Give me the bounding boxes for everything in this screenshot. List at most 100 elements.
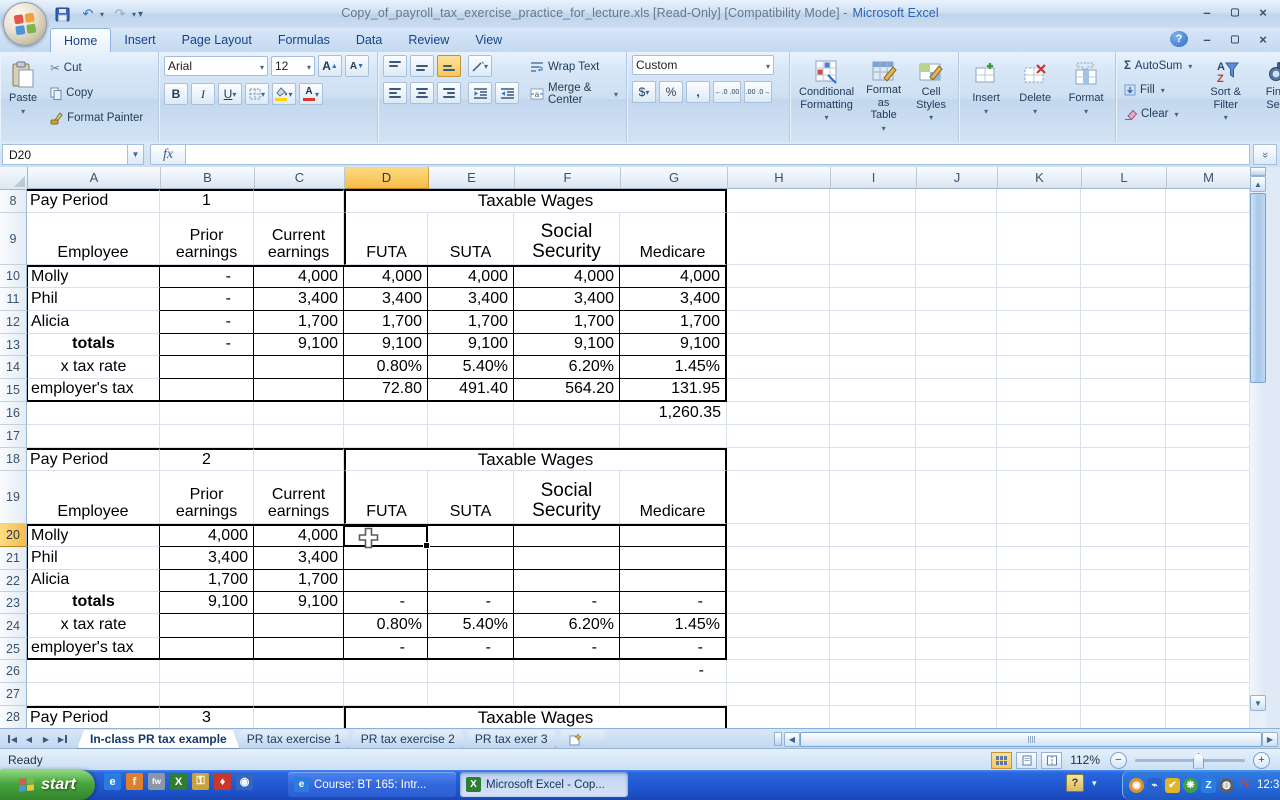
quicklaunch-excel-icon[interactable]: X: [170, 773, 187, 790]
page-layout-view-button[interactable]: [1016, 751, 1038, 769]
cell-L20[interactable]: [1081, 524, 1166, 547]
cell-B21[interactable]: 3,400: [160, 547, 254, 570]
cell-C8[interactable]: [254, 189, 344, 213]
cell-H27[interactable]: [727, 683, 830, 706]
vertical-split-handle[interactable]: [1250, 167, 1266, 176]
next-sheet-button[interactable]: ▶: [38, 732, 54, 747]
cell-I27[interactable]: [830, 683, 916, 706]
cell-A19[interactable]: Employee: [27, 471, 160, 524]
cell-C21[interactable]: 3,400: [254, 547, 344, 570]
cell-A11[interactable]: Phil: [27, 288, 160, 311]
clear-button[interactable]: Clear: [1121, 103, 1195, 125]
cell-A9[interactable]: Employee: [27, 213, 160, 265]
cell-J8[interactable]: [916, 189, 997, 213]
cell-C18[interactable]: [254, 448, 344, 471]
cell-D21[interactable]: [344, 547, 428, 570]
cell-styles-button[interactable]: Cell Styles: [909, 55, 953, 127]
column-header-I[interactable]: I: [831, 167, 917, 189]
row-header-22[interactable]: 22: [0, 570, 27, 592]
cell-B8[interactable]: 1: [160, 189, 254, 213]
conditional-formatting-button[interactable]: Conditional Formatting: [795, 55, 858, 127]
cell-E23[interactable]: -: [428, 592, 514, 614]
insert-cells-button[interactable]: Insert: [964, 55, 1008, 127]
cell-M10[interactable]: [1166, 265, 1250, 288]
cell-L18[interactable]: [1081, 448, 1166, 471]
delete-cells-button[interactable]: Delete: [1012, 55, 1058, 127]
cell-G26[interactable]: -: [620, 660, 727, 683]
cell-M23[interactable]: [1166, 592, 1250, 614]
cell-H15[interactable]: [727, 379, 830, 402]
bold-button[interactable]: B: [164, 83, 188, 105]
insert-worksheet-tab[interactable]: [555, 730, 611, 749]
cell-I15[interactable]: [830, 379, 916, 402]
cell-C16[interactable]: [254, 402, 344, 425]
align-left-button[interactable]: [383, 82, 407, 104]
cell-E9[interactable]: SUTA: [428, 213, 514, 265]
cell-H16[interactable]: [727, 402, 830, 425]
column-header-D[interactable]: D: [345, 167, 429, 189]
row-header-11[interactable]: 11: [0, 288, 27, 311]
horizontal-scrollbar[interactable]: ◀ ▶: [774, 729, 1280, 749]
cell-K8[interactable]: [997, 189, 1081, 213]
row-header-25[interactable]: 25: [0, 638, 27, 660]
cell-D26[interactable]: [344, 660, 428, 683]
cell-K21[interactable]: [997, 547, 1081, 570]
page-break-view-button[interactable]: [1041, 751, 1063, 769]
cell-L8[interactable]: [1081, 189, 1166, 213]
cell-E26[interactable]: [428, 660, 514, 683]
align-bottom-button[interactable]: [437, 55, 461, 77]
cell-D15[interactable]: 72.80: [344, 379, 428, 402]
cell-K22[interactable]: [997, 570, 1081, 592]
cell-L14[interactable]: [1081, 356, 1166, 379]
cell-B22[interactable]: 1,700: [160, 570, 254, 592]
workbook-close-button[interactable]: ×: [1254, 31, 1272, 47]
row-header-19[interactable]: 19: [0, 471, 27, 524]
cell-L13[interactable]: [1081, 334, 1166, 356]
cell-M25[interactable]: [1166, 638, 1250, 660]
cell-F15[interactable]: 564.20: [514, 379, 620, 402]
vertical-scrollbar[interactable]: ▲ ▼: [1250, 167, 1266, 728]
sheet-tab-1[interactable]: In-class PR tax example: [77, 730, 240, 749]
cell-E15[interactable]: 491.40: [428, 379, 514, 402]
scroll-right-button[interactable]: ▶: [1262, 731, 1278, 747]
cell-F11[interactable]: 3,400: [514, 288, 620, 311]
cell-I25[interactable]: [830, 638, 916, 660]
shrink-font-button[interactable]: A ▼: [345, 55, 369, 77]
row-header-12[interactable]: 12: [0, 311, 27, 334]
cell-C20[interactable]: 4,000: [254, 524, 344, 547]
quicklaunch-firefox-icon[interactable]: f: [126, 773, 143, 790]
tab-page-layout[interactable]: Page Layout: [169, 28, 265, 51]
formula-input[interactable]: [186, 144, 1250, 165]
tray-orange-badge-icon[interactable]: ◉: [1129, 777, 1144, 793]
cell-B13[interactable]: -: [160, 334, 254, 356]
cell-H28[interactable]: [727, 706, 830, 728]
column-header-L[interactable]: L: [1082, 167, 1167, 189]
help-book-icon[interactable]: ?: [1066, 774, 1084, 792]
cell-A24[interactable]: x tax rate: [27, 614, 160, 638]
align-top-button[interactable]: [383, 55, 407, 77]
cell-J25[interactable]: [916, 638, 997, 660]
cell-L23[interactable]: [1081, 592, 1166, 614]
name-box[interactable]: D20: [2, 144, 128, 165]
cell-M8[interactable]: [1166, 189, 1250, 213]
row-header-20[interactable]: 20: [0, 524, 27, 547]
cell-B23[interactable]: 9,100: [160, 592, 254, 614]
row-header-17[interactable]: 17: [0, 425, 27, 448]
cell-H12[interactable]: [727, 311, 830, 334]
row-header-23[interactable]: 23: [0, 592, 27, 614]
cell-E17[interactable]: [428, 425, 514, 448]
cell-J9[interactable]: [916, 213, 997, 265]
cell-B12[interactable]: -: [160, 311, 254, 334]
cell-F13[interactable]: 9,100: [514, 334, 620, 356]
undo-dropdown[interactable]: ▾: [100, 10, 104, 19]
tab-formulas[interactable]: Formulas: [265, 28, 343, 51]
cell-J19[interactable]: [916, 471, 997, 524]
cell-A17[interactable]: [27, 425, 160, 448]
row-header-9[interactable]: 9: [0, 213, 27, 265]
cell-D25[interactable]: -: [344, 638, 428, 660]
cell-I22[interactable]: [830, 570, 916, 592]
row-header-15[interactable]: 15: [0, 379, 27, 402]
cell-K12[interactable]: [997, 311, 1081, 334]
column-header-C[interactable]: C: [255, 167, 345, 189]
cell-J18[interactable]: [916, 448, 997, 471]
